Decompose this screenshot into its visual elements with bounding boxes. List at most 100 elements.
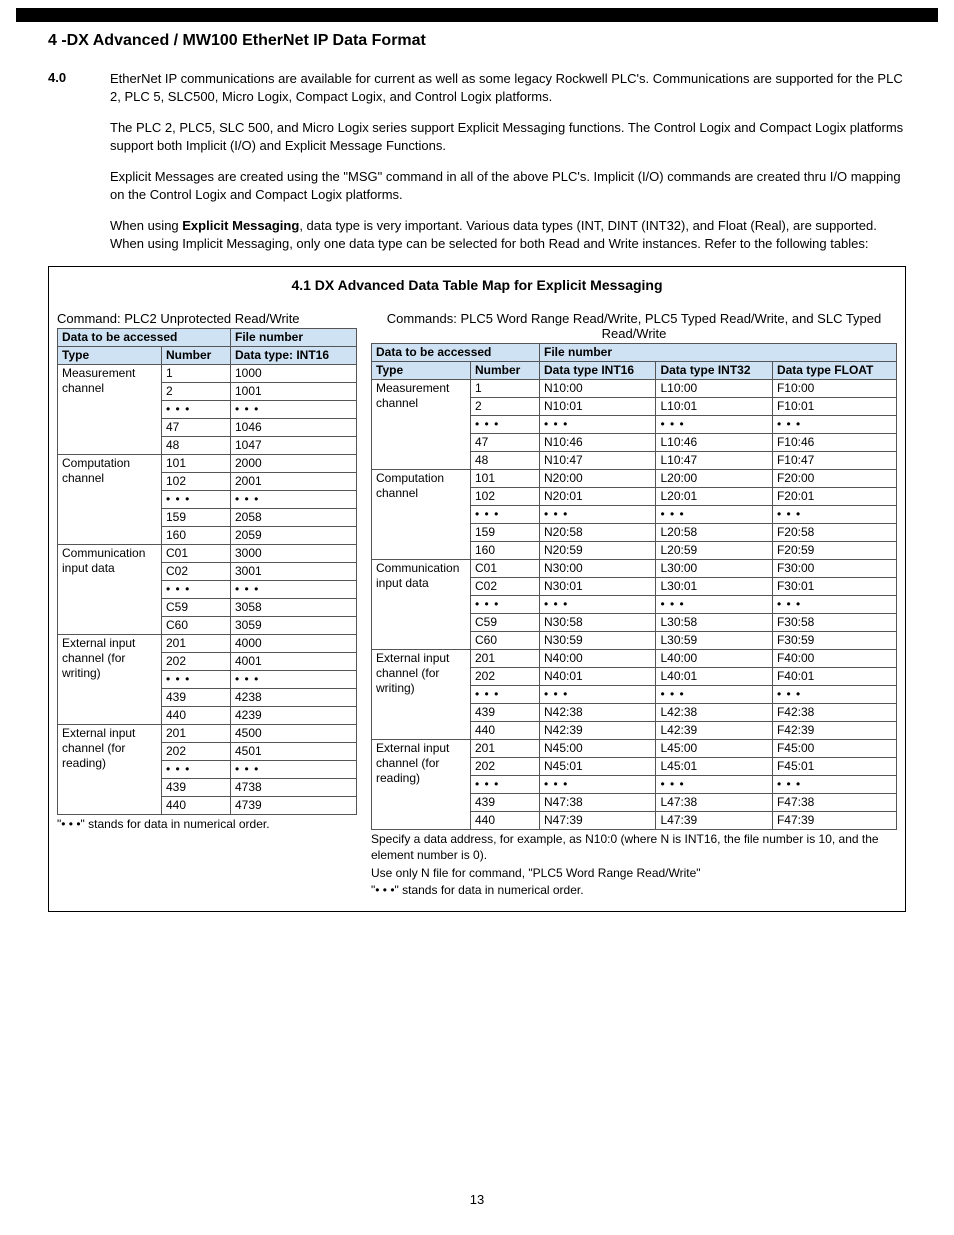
file-cell: 2059 xyxy=(231,527,357,545)
type-cell: External input channel (for writing) xyxy=(58,635,162,725)
file-cell: 4738 xyxy=(231,779,357,797)
float-cell: F40:01 xyxy=(772,668,896,686)
int32-cell: L10:01 xyxy=(656,398,772,416)
number-cell: 2 xyxy=(162,383,231,401)
number-cell: • • • xyxy=(162,491,231,509)
int16-cell: N40:00 xyxy=(540,650,656,668)
file-cell: • • • xyxy=(231,761,357,779)
plc5-slc-table: Data to be accessed File number Type Num… xyxy=(371,343,897,830)
int32-cell: • • • xyxy=(656,776,772,794)
plc2-table: Data to be accessed File number Type Num… xyxy=(57,328,357,815)
int32-cell: L30:00 xyxy=(656,560,772,578)
table-columns: Command: PLC2 Unprotected Read/Write Dat… xyxy=(57,311,897,898)
number-cell: C59 xyxy=(162,599,231,617)
number-cell: 48 xyxy=(162,437,231,455)
int16-cell: N20:00 xyxy=(540,470,656,488)
float-cell: F20:58 xyxy=(772,524,896,542)
float-cell: F20:00 xyxy=(772,470,896,488)
number-cell: • • • xyxy=(162,761,231,779)
file-cell: 2058 xyxy=(231,509,357,527)
number-cell: 1 xyxy=(471,380,540,398)
number-cell: 47 xyxy=(162,419,231,437)
file-cell: 4501 xyxy=(231,743,357,761)
int32-cell: L10:00 xyxy=(656,380,772,398)
int32-cell: • • • xyxy=(656,506,772,524)
int32-cell: L20:59 xyxy=(656,542,772,560)
file-cell: • • • xyxy=(231,671,357,689)
th-data-accessed: Data to be accessed xyxy=(58,329,231,347)
float-cell: F10:47 xyxy=(772,452,896,470)
number-cell: C60 xyxy=(162,617,231,635)
int16-cell: • • • xyxy=(540,506,656,524)
float-cell: • • • xyxy=(772,416,896,434)
number-cell: 1 xyxy=(162,365,231,383)
number-cell: C01 xyxy=(162,545,231,563)
number-cell: 160 xyxy=(471,542,540,560)
int32-cell: L20:00 xyxy=(656,470,772,488)
int16-cell: N30:59 xyxy=(540,632,656,650)
int16-cell: N40:01 xyxy=(540,668,656,686)
number-cell: 440 xyxy=(471,812,540,830)
body-paragraph: When using Explicit Messaging, data type… xyxy=(110,217,906,252)
type-cell: Measurement channel xyxy=(58,365,162,455)
int32-cell: L45:01 xyxy=(656,758,772,776)
file-cell: • • • xyxy=(231,401,357,419)
int32-cell: L30:58 xyxy=(656,614,772,632)
int32-cell: L47:38 xyxy=(656,794,772,812)
file-cell: 4239 xyxy=(231,707,357,725)
int16-cell: N30:58 xyxy=(540,614,656,632)
th-number: Number xyxy=(162,347,231,365)
number-cell: 2 xyxy=(471,398,540,416)
right-footnote-1: Specify a data address, for example, as … xyxy=(371,832,897,863)
float-cell: F30:59 xyxy=(772,632,896,650)
float-cell: • • • xyxy=(772,686,896,704)
int32-cell: L20:58 xyxy=(656,524,772,542)
th-int32: Data type INT32 xyxy=(656,362,772,380)
file-cell: • • • xyxy=(231,491,357,509)
th-datatype: Data type: INT16 xyxy=(231,347,357,365)
float-cell: F45:01 xyxy=(772,758,896,776)
number-cell: 440 xyxy=(162,707,231,725)
number-cell: 159 xyxy=(162,509,231,527)
number-cell: C02 xyxy=(471,578,540,596)
page-content: 4 -DX Advanced / MW100 EtherNet IP Data … xyxy=(0,32,954,1207)
right-footnote-3: "• • •" stands for data in numerical ord… xyxy=(371,883,897,899)
number-cell: • • • xyxy=(471,686,540,704)
number-cell: • • • xyxy=(162,401,231,419)
float-cell: • • • xyxy=(772,596,896,614)
number-cell: 440 xyxy=(471,722,540,740)
file-cell: 4000 xyxy=(231,635,357,653)
file-cell: 3059 xyxy=(231,617,357,635)
int16-cell: N30:00 xyxy=(540,560,656,578)
th-data-accessed: Data to be accessed xyxy=(372,344,540,362)
type-cell: External input channel (for reading) xyxy=(372,740,471,830)
int32-cell: • • • xyxy=(656,686,772,704)
int16-cell: N45:00 xyxy=(540,740,656,758)
int32-cell: L30:01 xyxy=(656,578,772,596)
float-cell: F42:38 xyxy=(772,704,896,722)
file-cell: 3058 xyxy=(231,599,357,617)
left-column: Command: PLC2 Unprotected Read/Write Dat… xyxy=(57,311,357,833)
int16-cell: N10:46 xyxy=(540,434,656,452)
th-number: Number xyxy=(471,362,540,380)
int16-cell: N42:39 xyxy=(540,722,656,740)
float-cell: F10:01 xyxy=(772,398,896,416)
body-paragraph: Explicit Messages are created using the … xyxy=(110,168,906,203)
int32-cell: L40:01 xyxy=(656,668,772,686)
th-type: Type xyxy=(58,347,162,365)
number-cell: 201 xyxy=(162,725,231,743)
right-table-caption: Commands: PLC5 Word Range Read/Write, PL… xyxy=(371,311,897,341)
number-cell: 439 xyxy=(162,779,231,797)
int32-cell: L10:46 xyxy=(656,434,772,452)
right-footnote-2: Use only N file for command, "PLC5 Word … xyxy=(371,866,897,882)
number-cell: C60 xyxy=(471,632,540,650)
file-cell: 2001 xyxy=(231,473,357,491)
number-cell: 47 xyxy=(471,434,540,452)
file-cell: 1001 xyxy=(231,383,357,401)
number-cell: 160 xyxy=(162,527,231,545)
number-cell: 439 xyxy=(471,794,540,812)
th-float: Data type FLOAT xyxy=(772,362,896,380)
int16-cell: N20:59 xyxy=(540,542,656,560)
number-cell: C01 xyxy=(471,560,540,578)
int32-cell: L42:39 xyxy=(656,722,772,740)
